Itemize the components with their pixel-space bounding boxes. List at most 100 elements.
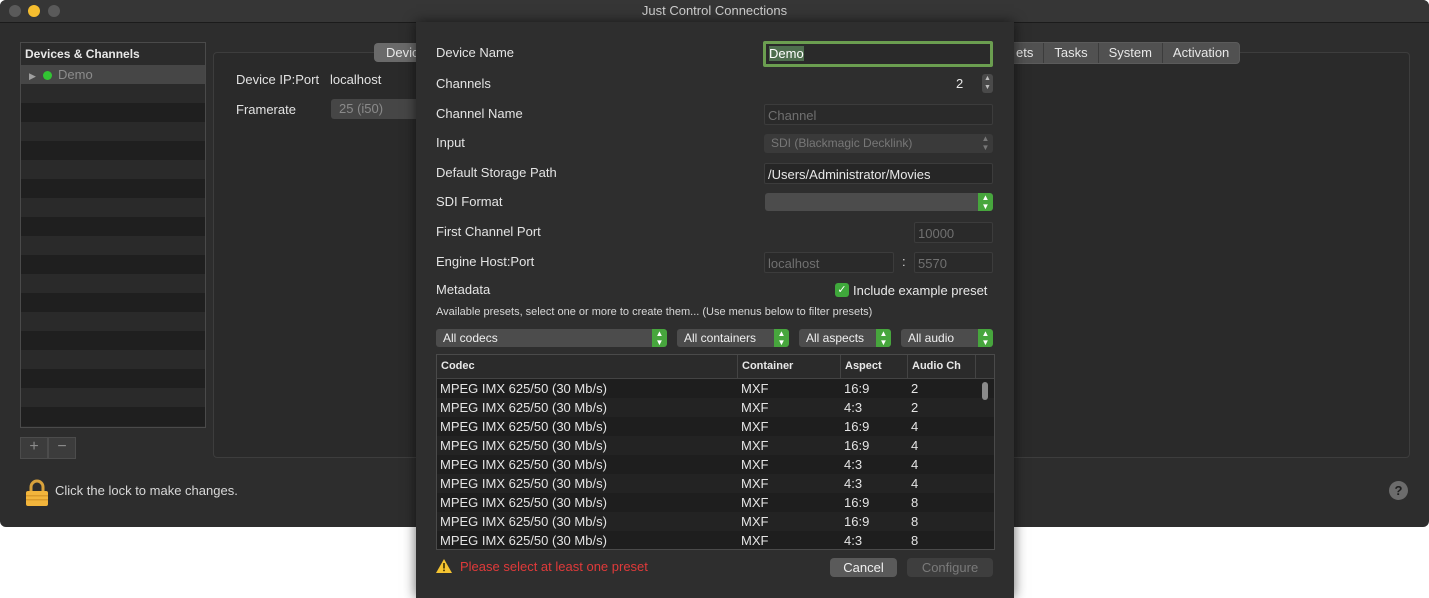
- codec-cell: MPEG IMX 625/50 (30 Mb/s): [440, 438, 607, 453]
- warning-message: Please select at least one preset: [460, 559, 648, 574]
- popup-arrows-icon: ▲ ▼: [774, 329, 789, 347]
- table-scrollbar[interactable]: [982, 382, 988, 400]
- remove-device-button[interactable]: −: [48, 437, 76, 459]
- popup-arrows-icon: ▲ ▼: [876, 329, 891, 347]
- codec-cell: MPEG IMX 625/50 (30 Mb/s): [440, 476, 607, 491]
- table-row[interactable]: MPEG IMX 625/50 (30 Mb/s) MXF 4:3 8: [437, 531, 994, 549]
- audio-cell: 4: [911, 438, 919, 453]
- codec-cell: MPEG IMX 625/50 (30 Mb/s): [440, 495, 607, 510]
- channels-stepper[interactable]: ▲ ▼: [982, 74, 993, 93]
- aspects-filter-popup[interactable]: All aspects ▲ ▼: [799, 329, 891, 347]
- include-preset-label: Include example preset: [853, 283, 988, 298]
- codecs-filter-value: All codecs: [443, 331, 498, 345]
- codec-cell: MPEG IMX 625/50 (30 Mb/s): [440, 400, 607, 415]
- storage-path-field[interactable]: /Users/Administrator/Movies: [764, 163, 993, 184]
- container-cell: MXF: [741, 533, 769, 548]
- first-port-label: First Channel Port: [436, 224, 541, 239]
- tab-system[interactable]: System: [1097, 43, 1162, 63]
- tab-tasks[interactable]: Tasks: [1043, 43, 1097, 63]
- tab-bar: ets Tasks System Activation: [1005, 42, 1241, 64]
- table-row[interactable]: MPEG IMX 625/50 (30 Mb/s) MXF 4:3 4: [437, 455, 994, 474]
- table-row[interactable]: MPEG IMX 625/50 (30 Mb/s) MXF 16:9 4: [437, 436, 994, 455]
- sidebar-empty-row: [21, 274, 205, 293]
- first-port-field[interactable]: 10000: [914, 222, 993, 243]
- sdi-format-popup[interactable]: ▲ ▼: [765, 193, 993, 211]
- column-header-aspect[interactable]: Aspect: [841, 355, 908, 378]
- table-row[interactable]: MPEG IMX 625/50 (30 Mb/s) MXF 16:9 4: [437, 417, 994, 436]
- container-cell: MXF: [741, 457, 769, 472]
- zoom-window-button[interactable]: [48, 5, 60, 17]
- engine-host-field[interactable]: localhost: [764, 252, 894, 273]
- column-header-container[interactable]: Container: [738, 355, 841, 378]
- table-row[interactable]: MPEG IMX 625/50 (30 Mb/s) MXF 16:9 2: [437, 379, 994, 398]
- audio-cell: 2: [911, 400, 919, 415]
- aspect-cell: 4:3: [844, 400, 863, 415]
- aspect-cell: 16:9: [844, 438, 870, 453]
- framerate-popup[interactable]: 25 (i50): [331, 99, 429, 119]
- input-popup-value: SDI (Blackmagic Decklink): [771, 136, 913, 150]
- table-row[interactable]: MPEG IMX 625/50 (30 Mb/s) MXF 4:3 4: [437, 474, 994, 493]
- add-device-button[interactable]: +: [20, 437, 48, 459]
- sidebar-header: Devices & Channels: [21, 43, 205, 65]
- close-window-button[interactable]: [9, 5, 21, 17]
- status-dot-icon: [43, 71, 52, 80]
- channels-value[interactable]: 2: [956, 76, 963, 91]
- sidebar-item-demo[interactable]: ▶ Demo: [21, 65, 205, 84]
- table-row[interactable]: MPEG IMX 625/50 (30 Mb/s) MXF 16:9 8: [437, 512, 994, 531]
- sidebar-empty-row: [21, 331, 205, 350]
- container-cell: MXF: [741, 381, 769, 396]
- lock-icon[interactable]: [24, 479, 50, 507]
- sidebar-empty-row: [21, 103, 205, 122]
- device-ip-value: localhost: [330, 72, 382, 87]
- disclosure-triangle-icon[interactable]: ▶: [29, 67, 41, 86]
- help-button[interactable]: ?: [1389, 481, 1408, 500]
- input-popup[interactable]: SDI (Blackmagic Decklink) ▲ ▼: [764, 134, 993, 153]
- engine-port-field[interactable]: 5570: [914, 252, 993, 273]
- audio-cell: 2: [911, 381, 919, 396]
- sidebar-empty-row: [21, 312, 205, 331]
- add-remove-controls: + −: [20, 437, 76, 459]
- aspects-filter-value: All aspects: [806, 331, 865, 345]
- sidebar-empty-row: [21, 369, 205, 388]
- sdi-format-label: SDI Format: [436, 194, 503, 209]
- audio-filter-popup[interactable]: All audio ▲ ▼: [901, 329, 993, 347]
- containers-filter-popup[interactable]: All containers ▲ ▼: [677, 329, 789, 347]
- configure-button[interactable]: Configure: [907, 558, 993, 577]
- codec-cell: MPEG IMX 625/50 (30 Mb/s): [440, 381, 607, 396]
- sidebar-empty-row: [21, 179, 205, 198]
- presets-table: Codec Container Aspect Audio Ch MPEG IMX…: [436, 354, 995, 550]
- table-header: Codec Container Aspect Audio Ch: [437, 355, 994, 379]
- engine-host-label: Engine Host:Port: [436, 254, 535, 269]
- tab-activation[interactable]: Activation: [1161, 43, 1239, 63]
- aspect-cell: 16:9: [844, 514, 870, 529]
- title-bar[interactable]: Just Control Connections: [0, 0, 1429, 23]
- device-name-field[interactable]: Demo: [763, 41, 993, 67]
- sidebar-empty-row: [21, 141, 205, 160]
- cancel-button[interactable]: Cancel: [830, 558, 897, 577]
- popup-arrows-icon: ▲ ▼: [978, 329, 993, 347]
- channel-name-field[interactable]: Channel: [764, 104, 993, 125]
- sidebar-empty-row: [21, 350, 205, 369]
- minimize-window-button[interactable]: [28, 5, 40, 17]
- table-row[interactable]: MPEG IMX 625/50 (30 Mb/s) MXF 4:3 2: [437, 398, 994, 417]
- column-header-audio[interactable]: Audio Ch: [908, 355, 976, 378]
- warning-icon: [436, 559, 452, 573]
- include-preset-checkbox[interactable]: ✓: [835, 283, 849, 297]
- aspect-cell: 4:3: [844, 476, 863, 491]
- sidebar-empty-row: [21, 407, 205, 426]
- aspect-cell: 16:9: [844, 495, 870, 510]
- window-title: Just Control Connections: [641, 3, 788, 18]
- column-header-codec[interactable]: Codec: [437, 355, 738, 378]
- framerate-label: Framerate: [236, 102, 296, 117]
- sidebar-empty-row: [21, 160, 205, 179]
- table-row[interactable]: MPEG IMX 625/50 (30 Mb/s) MXF 16:9 8: [437, 493, 994, 512]
- container-cell: MXF: [741, 400, 769, 415]
- device-ip-label: Device IP:Port: [236, 72, 320, 87]
- codec-cell: MPEG IMX 625/50 (30 Mb/s): [440, 514, 607, 529]
- codec-cell: MPEG IMX 625/50 (30 Mb/s): [440, 457, 607, 472]
- audio-cell: 4: [911, 457, 919, 472]
- presets-hint: Available presets, select one or more to…: [436, 306, 873, 318]
- lock-message: Click the lock to make changes.: [55, 483, 238, 498]
- codecs-filter-popup[interactable]: All codecs ▲ ▼: [436, 329, 667, 347]
- device-name-label: Device Name: [436, 45, 515, 60]
